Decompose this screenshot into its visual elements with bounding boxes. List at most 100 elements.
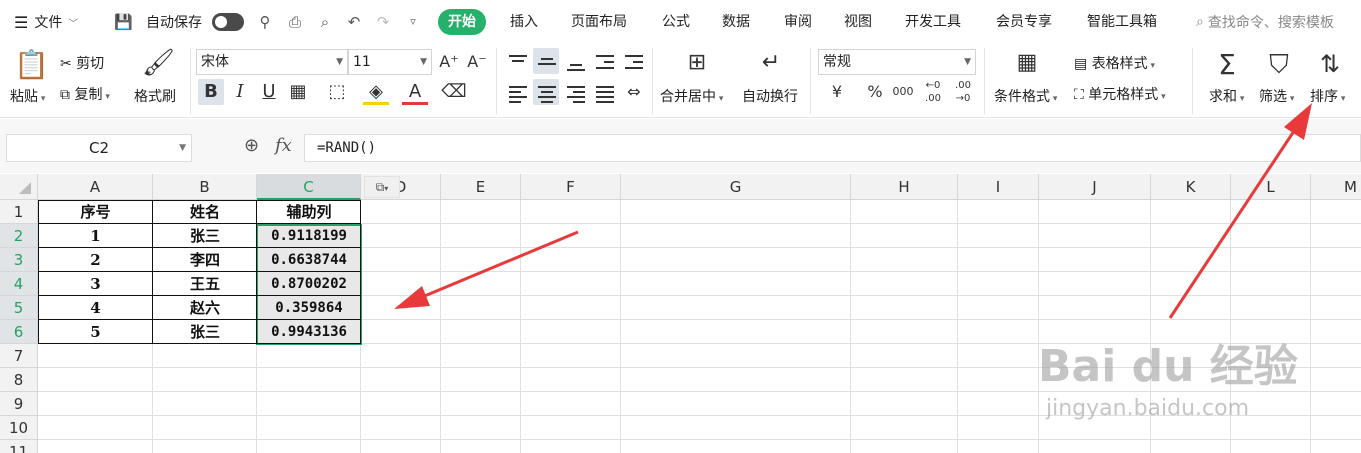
sum-button[interactable]: 求和 ▾ <box>1209 86 1244 106</box>
currency-icon[interactable]: ¥ <box>824 79 850 105</box>
table-cell[interactable]: 赵六 <box>153 296 257 320</box>
tab-smart-toolbox[interactable]: 智能工具箱 <box>1087 9 1157 35</box>
align-bottom-icon[interactable] <box>565 53 587 73</box>
decrease-indent-icon[interactable] <box>594 53 616 73</box>
increase-decimal-icon[interactable]: ←0.00 <box>920 79 946 105</box>
increase-font-icon[interactable]: A⁺ <box>436 49 462 75</box>
wrap-text-button[interactable]: 自动换行 <box>742 86 798 106</box>
row-header-5[interactable]: 5 <box>0 296 38 320</box>
decrease-decimal-icon[interactable]: .00 →0 <box>950 79 976 105</box>
row-header-3[interactable]: 3 <box>0 248 38 272</box>
column-header-e[interactable]: E <box>441 174 521 200</box>
header-cell[interactable]: 序号 <box>38 200 153 224</box>
tab-formulas[interactable]: 公式 <box>662 9 690 35</box>
row-header-10[interactable]: 10 <box>0 416 38 440</box>
filter-icon[interactable]: ⛉ <box>1264 50 1294 82</box>
thousands-icon[interactable]: 000 <box>890 79 916 105</box>
row-header-2[interactable]: 2 <box>0 224 38 248</box>
paste-button[interactable]: 粘贴 ▾ <box>10 86 45 106</box>
formula-input[interactable]: =RAND() <box>304 134 1361 162</box>
print-icon[interactable]: ⎙ <box>286 12 304 32</box>
row-header-11[interactable]: 11 <box>0 440 38 453</box>
select-all-corner[interactable] <box>0 174 38 200</box>
column-header-k[interactable]: K <box>1151 174 1231 200</box>
table-cell[interactable]: 王五 <box>153 272 257 296</box>
border-icon[interactable]: ▦ <box>285 79 311 105</box>
number-format-select[interactable]: 常规 ▼ <box>818 49 976 75</box>
autosave-toggle[interactable] <box>212 13 244 31</box>
paste-options-button[interactable]: ⧉▾ <box>364 176 400 198</box>
filter-button[interactable]: 筛选 ▾ <box>1259 86 1294 106</box>
table-cell[interactable]: 0.359864 <box>257 296 361 320</box>
redo-icon[interactable]: ↷ <box>374 12 392 32</box>
tab-home[interactable]: 开始 <box>438 9 486 35</box>
sort-icon[interactable]: ⇅ <box>1314 50 1346 82</box>
font-name-select[interactable]: 宋体 ▼ <box>196 49 348 75</box>
row-header-9[interactable]: 9 <box>0 392 38 416</box>
format-painter-icon[interactable]: 🖌 <box>142 48 175 82</box>
column-header-l[interactable]: L <box>1231 174 1311 200</box>
row-header-1[interactable]: 1 <box>0 200 38 224</box>
table-cell[interactable]: 5 <box>38 320 153 344</box>
align-right-icon[interactable] <box>565 84 587 104</box>
format-painter-button[interactable]: 格式刷 <box>134 86 176 106</box>
sort-button[interactable]: 排序 ▾ <box>1310 86 1345 106</box>
column-header-m[interactable]: M <box>1311 174 1361 200</box>
column-header-c[interactable]: C <box>257 174 361 200</box>
row-header-6[interactable]: 6 <box>0 320 38 344</box>
cell-style-button[interactable]: ⛶ 单元格样式 ▾ <box>1074 84 1166 104</box>
table-cell[interactable]: 0.6638744 <box>257 248 361 272</box>
table-style-button[interactable]: ▤ 表格样式 ▾ <box>1074 53 1155 73</box>
row-header-8[interactable]: 8 <box>0 368 38 392</box>
table-cell[interactable]: 张三 <box>153 320 257 344</box>
zoom-lookup-icon[interactable]: ⊕ <box>244 135 259 156</box>
copy-button[interactable]: ⧉ 复制 ▾ <box>60 84 110 104</box>
cut-button[interactable]: ✂ 剪切 <box>60 53 104 73</box>
table-cell[interactable]: 0.8700202 <box>257 272 361 296</box>
column-header-j[interactable]: J <box>1039 174 1151 200</box>
format-painter-quick-icon[interactable]: ⚲ <box>256 12 274 32</box>
conditional-format-icon[interactable]: ▦ <box>1012 50 1042 80</box>
row-header-7[interactable]: 7 <box>0 344 38 368</box>
fill-color-icon[interactable]: ◈ <box>363 79 389 105</box>
tab-developer[interactable]: 开发工具 <box>905 9 961 35</box>
merge-center-icon[interactable]: ⊞ <box>680 50 714 80</box>
table-cell[interactable]: 4 <box>38 296 153 320</box>
font-size-select[interactable]: 11 ▼ <box>348 49 432 75</box>
customize-quick-access-icon[interactable]: ▿ <box>404 12 422 32</box>
tab-page-layout[interactable]: 页面布局 <box>571 9 627 35</box>
header-cell[interactable]: 辅助列 <box>257 200 361 224</box>
italic-button[interactable]: I <box>227 79 253 105</box>
column-header-f[interactable]: F <box>521 174 621 200</box>
tab-insert[interactable]: 插入 <box>510 9 538 35</box>
fill-pattern-icon[interactable]: ⬚ <box>324 79 350 105</box>
conditional-format-button[interactable]: 条件格式 ▾ <box>994 86 1057 106</box>
sum-icon[interactable]: Σ <box>1212 48 1242 82</box>
font-color-icon[interactable]: A <box>402 79 428 105</box>
align-left-icon[interactable] <box>507 84 529 104</box>
merge-center-button[interactable]: 合并居中 ▾ <box>660 86 723 106</box>
column-header-h[interactable]: H <box>851 174 958 200</box>
decrease-font-icon[interactable]: A⁻ <box>464 49 490 75</box>
column-header-i[interactable]: I <box>958 174 1039 200</box>
row-header-4[interactable]: 4 <box>0 272 38 296</box>
table-cell[interactable]: 张三 <box>153 224 257 248</box>
column-header-g[interactable]: G <box>621 174 851 200</box>
table-cell[interactable]: 1 <box>38 224 153 248</box>
align-top-icon[interactable] <box>507 53 529 73</box>
underline-button[interactable]: U <box>256 79 282 105</box>
wrap-text-icon[interactable]: ↵ <box>756 50 786 80</box>
paste-icon[interactable]: 📋 <box>14 48 49 82</box>
column-header-b[interactable]: B <box>153 174 257 200</box>
insert-function-icon[interactable]: fx <box>275 135 292 156</box>
tab-review[interactable]: 审阅 <box>784 9 812 35</box>
tab-view[interactable]: 视图 <box>844 9 872 35</box>
tab-member[interactable]: 会员专享 <box>996 9 1052 35</box>
file-menu[interactable]: ☰ 文件 ﹀ <box>14 0 78 44</box>
table-cell[interactable]: 3 <box>38 272 153 296</box>
justify-icon[interactable] <box>594 84 616 104</box>
command-search[interactable]: ⌕ 查找命令、搜索模板 <box>1196 0 1334 44</box>
table-cell[interactable]: 0.9118199 <box>257 224 361 248</box>
bold-button[interactable]: B <box>198 79 224 105</box>
save-icon[interactable]: 💾 <box>114 12 133 32</box>
